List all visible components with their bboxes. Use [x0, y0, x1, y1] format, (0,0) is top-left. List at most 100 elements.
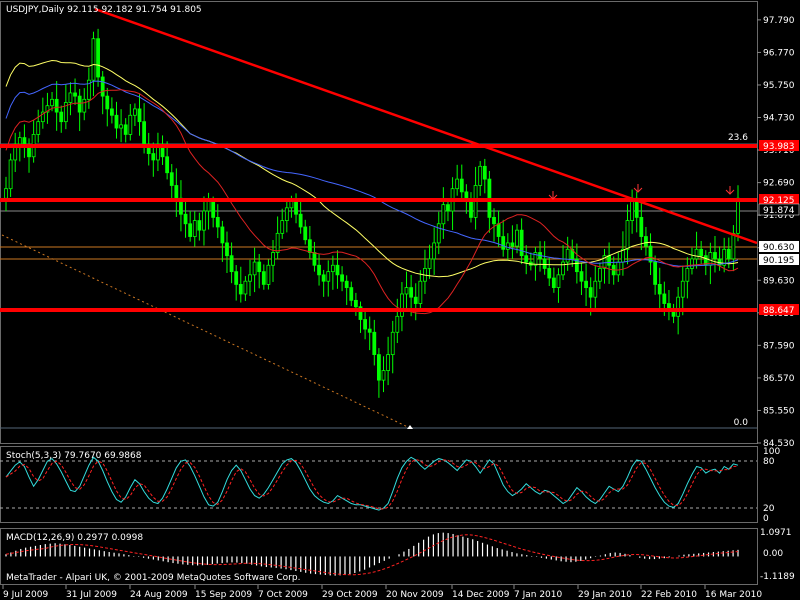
candle-body	[597, 268, 602, 282]
candle-body	[579, 271, 584, 282]
candle-body	[409, 287, 414, 298]
time-axis: 9 Jul 2009 31 Jul 2009 24 Aug 2009 15 Sep 2…	[2, 585, 762, 600]
candle-body	[731, 232, 736, 260]
candle-body	[119, 124, 123, 129]
candle-body	[211, 201, 216, 218]
fib-top-label: 23.6	[728, 133, 748, 143]
candle-body	[621, 248, 625, 263]
candle-body	[657, 284, 662, 295]
candle-body	[713, 252, 717, 260]
candle-body	[565, 248, 570, 263]
candle-body	[326, 271, 331, 282]
candle-body	[685, 268, 690, 282]
candle-body	[386, 354, 391, 371]
candle-body	[699, 248, 704, 257]
candle-body	[36, 121, 41, 135]
time-tick-label: 20 Nov 2009	[386, 590, 444, 600]
candle-body	[137, 108, 142, 123]
candle-body	[248, 274, 252, 282]
candle-body	[556, 274, 561, 288]
candle-body	[653, 261, 658, 285]
candle-body	[446, 204, 450, 212]
candle-body	[289, 201, 294, 209]
time-tick-label: 24 Aug 2009	[130, 590, 188, 600]
candle-body	[547, 268, 552, 279]
candle-body	[307, 239, 312, 253]
candle-body	[312, 252, 317, 266]
candle-body	[496, 223, 501, 237]
candle-body	[349, 287, 354, 301]
candle-body	[436, 223, 441, 244]
candle-body	[151, 153, 156, 161]
candle-body	[68, 92, 73, 103]
candle-body	[519, 229, 524, 257]
price-axis: 97.79096.77095.75094.73093.71092.69091.6…	[757, 16, 795, 449]
candle-body	[492, 216, 496, 225]
candle-body	[220, 226, 225, 244]
candle-body	[335, 264, 340, 276]
copyright-footer: MetaTrader - Alpari UK, © 2001-2009 Meta…	[6, 573, 300, 583]
candle-body	[123, 124, 128, 135]
stoch-tick-80: 80	[763, 457, 775, 467]
candle-body	[515, 229, 519, 247]
candle-body	[736, 197, 740, 234]
price-tick-label: 86.570	[763, 374, 795, 384]
candle-body	[427, 258, 432, 269]
candle-body	[482, 165, 487, 180]
price-tick-label: 95.750	[763, 81, 795, 91]
chart-canvas: 23.6 0.0 97.79096.77095.75094.73093.7109…	[0, 1, 800, 600]
candle-body	[206, 201, 211, 212]
candle-body	[109, 108, 114, 116]
level-tag-91874: 91.874	[763, 206, 795, 216]
chart-window: 23.6 0.0 97.790 96.770 95.750 94.730 93.710 9…	[0, 0, 800, 600]
candle-body	[377, 354, 381, 381]
price-tick-label: 92.690	[763, 179, 795, 189]
candle-body	[303, 226, 308, 241]
candle-body	[441, 204, 446, 225]
macd-tick-top: 1.0971	[760, 528, 792, 538]
price-tick-label: 96.770	[763, 48, 795, 58]
price-tick-label: 89.630	[763, 276, 795, 286]
stoch-signal-line	[5, 458, 739, 510]
candle-body	[404, 287, 409, 295]
candle-body	[551, 277, 556, 288]
price-tick-label: 87.590	[763, 341, 795, 351]
level-tag-93983: 93.983	[763, 142, 795, 152]
candle-body	[192, 220, 197, 237]
candle-body	[510, 242, 515, 247]
candle-body	[680, 280, 685, 298]
candle-body	[639, 216, 644, 237]
price-tick-label: 94.730	[763, 114, 795, 124]
candle-body	[662, 293, 667, 304]
candle-body	[234, 271, 239, 285]
candle-body	[114, 114, 119, 129]
low-marker	[407, 425, 413, 429]
level-tag-88647: 88.647	[763, 306, 795, 316]
candles-group	[4, 28, 740, 398]
candle-body	[229, 255, 234, 273]
candle-body	[225, 242, 229, 257]
candle-body	[616, 261, 621, 276]
price-tick-label: 85.550	[763, 406, 795, 416]
candle-body	[4, 188, 8, 199]
candle-body	[363, 319, 367, 330]
candle-body	[8, 159, 13, 190]
candle-body	[593, 280, 598, 298]
candle-body	[413, 296, 418, 304]
candle-body	[505, 242, 510, 250]
candle-body	[455, 178, 460, 190]
candle-body	[275, 232, 280, 253]
candle-body	[524, 255, 529, 263]
candle-body	[400, 293, 404, 317]
candle-body	[252, 261, 257, 276]
level-tag-90195: 90.195	[763, 256, 795, 266]
candle-body	[105, 95, 110, 110]
candle-body	[54, 98, 59, 113]
candle-body	[644, 236, 648, 247]
candle-body	[183, 213, 188, 225]
candle-body	[202, 210, 206, 231]
candle-body	[271, 252, 275, 266]
down-arrow-marker-3	[725, 186, 735, 195]
candle-body	[243, 280, 248, 295]
candle-body	[73, 92, 77, 97]
